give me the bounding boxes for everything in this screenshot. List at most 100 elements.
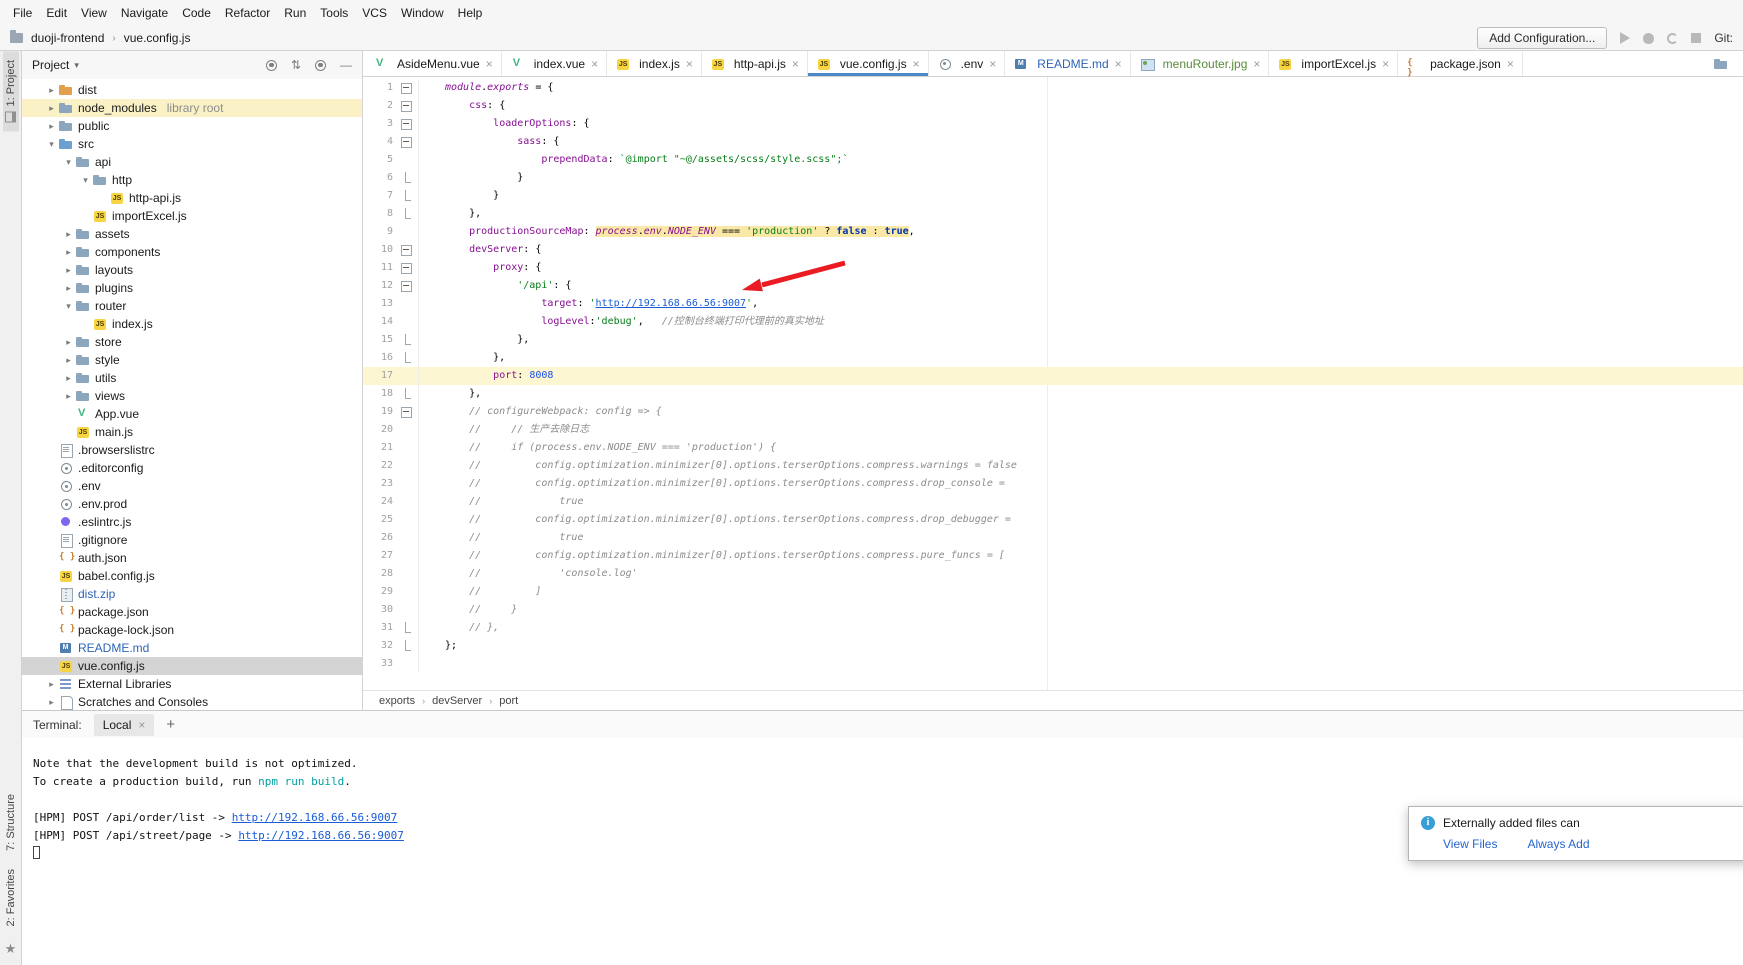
- select-opened-file-icon[interactable]: [1713, 56, 1729, 72]
- tab-package-json[interactable]: package.json×: [1398, 51, 1523, 76]
- tree-item-importexcel-js[interactable]: importExcel.js: [22, 207, 362, 225]
- menu-item-run[interactable]: Run: [277, 2, 313, 24]
- fold-icon[interactable]: [393, 241, 419, 259]
- terminal-title[interactable]: Terminal:: [33, 718, 82, 732]
- tree-item-api[interactable]: ▾api: [22, 153, 362, 171]
- breadcrumb-exports[interactable]: exports: [379, 695, 415, 707]
- chevron-right-icon[interactable]: ▸: [45, 85, 58, 96]
- tab-http-api-js[interactable]: http-api.js×: [702, 51, 808, 76]
- close-icon[interactable]: ×: [913, 57, 920, 71]
- add-configuration-button[interactable]: Add Configuration...: [1477, 27, 1607, 49]
- tree-item-node-modules[interactable]: ▸node_moduleslibrary root: [22, 99, 362, 117]
- tab-index-js[interactable]: index.js×: [607, 51, 702, 76]
- tree-item-router[interactable]: ▾router: [22, 297, 362, 315]
- tab-menurouter-jpg[interactable]: menuRouter.jpg×: [1131, 51, 1270, 76]
- tree-item-env[interactable]: .env: [22, 477, 362, 495]
- chevron-right-icon[interactable]: ▸: [62, 373, 75, 384]
- breadcrumb-devserver[interactable]: devServer: [432, 695, 482, 707]
- coverage-icon[interactable]: [1667, 33, 1678, 44]
- tree-item-main-js[interactable]: main.js: [22, 423, 362, 441]
- close-icon[interactable]: ×: [792, 57, 799, 71]
- tree-item-vue-config-js[interactable]: vue.config.js: [22, 657, 362, 675]
- menu-item-vcs[interactable]: VCS: [355, 2, 394, 24]
- project-panel-title[interactable]: Project: [32, 58, 69, 72]
- stop-icon[interactable]: [1691, 33, 1701, 43]
- menu-item-tools[interactable]: Tools: [313, 2, 355, 24]
- terminal-tab-local[interactable]: Local ×: [94, 714, 155, 736]
- terminal-link[interactable]: http://192.168.66.56:9007: [238, 829, 404, 842]
- debug-icon[interactable]: [1643, 33, 1654, 44]
- close-icon[interactable]: ×: [989, 57, 996, 71]
- fold-icon[interactable]: [393, 259, 419, 277]
- chevron-down-icon[interactable]: ▾: [74, 60, 79, 71]
- locate-file-icon[interactable]: [266, 60, 277, 71]
- hide-panel-icon[interactable]: —: [340, 59, 352, 71]
- tree-item-views[interactable]: ▸views: [22, 387, 362, 405]
- chevron-right-icon[interactable]: ▸: [62, 391, 75, 402]
- tab-readme-md[interactable]: README.md×: [1005, 51, 1130, 76]
- menu-item-edit[interactable]: Edit: [39, 2, 74, 24]
- fold-icon[interactable]: [393, 115, 419, 133]
- tab-importexcel-js[interactable]: importExcel.js×: [1269, 51, 1398, 76]
- tree-item-components[interactable]: ▸components: [22, 243, 362, 261]
- stripe-structure-button[interactable]: 7: Structure: [3, 785, 19, 860]
- fold-icon[interactable]: [393, 187, 419, 205]
- close-icon[interactable]: ×: [1382, 57, 1389, 71]
- fold-icon[interactable]: [393, 331, 419, 349]
- fold-icon[interactable]: [393, 619, 419, 637]
- tree-item-utils[interactable]: ▸utils: [22, 369, 362, 387]
- close-icon[interactable]: ×: [1507, 57, 1514, 71]
- fold-icon[interactable]: [393, 403, 419, 421]
- tree-item-scratches-and-consoles[interactable]: ▸Scratches and Consoles: [22, 693, 362, 710]
- chevron-down-icon[interactable]: ▾: [45, 139, 58, 150]
- tree-item-readme-md[interactable]: README.md: [22, 639, 362, 657]
- tab-vue-config-js[interactable]: vue.config.js×: [808, 51, 929, 76]
- menu-item-help[interactable]: Help: [451, 2, 490, 24]
- tree-item-http[interactable]: ▾http: [22, 171, 362, 189]
- chevron-right-icon[interactable]: ▸: [45, 121, 58, 132]
- stripe-project-button[interactable]: 1: Project: [3, 51, 19, 131]
- tree-item-auth-json[interactable]: auth.json: [22, 549, 362, 567]
- chevron-right-icon[interactable]: ▸: [62, 283, 75, 294]
- breadcrumb-project[interactable]: duoji-frontend: [28, 29, 107, 47]
- chevron-right-icon[interactable]: ▸: [62, 247, 75, 258]
- close-icon[interactable]: ×: [1253, 57, 1260, 71]
- fold-icon[interactable]: [393, 97, 419, 115]
- tree-item-http-api-js[interactable]: http-api.js: [22, 189, 362, 207]
- view-files-link[interactable]: View Files: [1443, 837, 1497, 851]
- tree-item-app-vue[interactable]: App.vue: [22, 405, 362, 423]
- tree-item-dist[interactable]: ▸dist: [22, 81, 362, 99]
- tree-item-external-libraries[interactable]: ▸External Libraries: [22, 675, 362, 693]
- stripe-favorites-button[interactable]: 2: Favorites: [3, 860, 19, 935]
- chevron-down-icon[interactable]: ▾: [79, 175, 92, 186]
- close-icon[interactable]: ×: [138, 718, 145, 732]
- tree-item-babel-config-js[interactable]: babel.config.js: [22, 567, 362, 585]
- tab-asidemenu-vue[interactable]: AsideMenu.vue×: [365, 51, 502, 76]
- collapse-all-icon[interactable]: ⇅: [291, 59, 301, 71]
- always-add-link[interactable]: Always Add: [1527, 837, 1589, 851]
- breadcrumb-port[interactable]: port: [499, 695, 518, 707]
- chevron-down-icon[interactable]: ▾: [62, 301, 75, 312]
- chevron-right-icon[interactable]: ▸: [62, 229, 75, 240]
- tree-item-store[interactable]: ▸store: [22, 333, 362, 351]
- close-icon[interactable]: ×: [1115, 57, 1122, 71]
- tree-item-layouts[interactable]: ▸layouts: [22, 261, 362, 279]
- tree-item-assets[interactable]: ▸assets: [22, 225, 362, 243]
- menu-item-refactor[interactable]: Refactor: [218, 2, 277, 24]
- menu-item-window[interactable]: Window: [394, 2, 451, 24]
- run-icon[interactable]: [1620, 32, 1630, 44]
- menu-item-code[interactable]: Code: [175, 2, 218, 24]
- tree-item-eslintrc-js[interactable]: .eslintrc.js: [22, 513, 362, 531]
- menu-item-navigate[interactable]: Navigate: [114, 2, 175, 24]
- tree-item-src[interactable]: ▾src: [22, 135, 362, 153]
- tab-index-vue[interactable]: index.vue×: [502, 51, 607, 76]
- tree-item-style[interactable]: ▸style: [22, 351, 362, 369]
- chevron-right-icon[interactable]: ▸: [45, 697, 58, 708]
- chevron-right-icon[interactable]: ▸: [62, 265, 75, 276]
- chevron-right-icon[interactable]: ▸: [62, 355, 75, 366]
- fold-icon[interactable]: [393, 205, 419, 223]
- chevron-down-icon[interactable]: ▾: [62, 157, 75, 168]
- fold-icon[interactable]: [393, 79, 419, 97]
- fold-icon[interactable]: [393, 637, 419, 655]
- fold-icon[interactable]: [393, 169, 419, 187]
